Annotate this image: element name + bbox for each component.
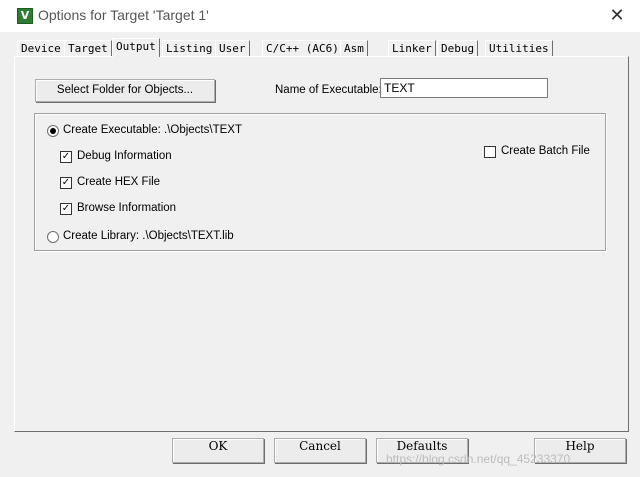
debug-information-checkbox[interactable]: ✓ (60, 151, 72, 163)
tab-listing[interactable]: Listing (162, 40, 217, 56)
tab-target[interactable]: Target (64, 40, 112, 56)
window-title: Options for Target 'Target 1' (38, 7, 209, 23)
browse-information-label: Browse Information (77, 202, 177, 214)
tab-cpp[interactable]: C/C++ (AC6) (262, 40, 343, 56)
tab-device[interactable]: Device (17, 40, 65, 56)
create-library-label: Create Library: .\Objects\TEXT.lib (63, 230, 234, 242)
browse-information-checkbox[interactable]: ✓ (60, 203, 72, 215)
name-of-executable-input[interactable] (380, 78, 548, 98)
name-of-executable-label: Name of Executable: (275, 84, 382, 96)
tab-debug[interactable]: Debug (437, 40, 479, 56)
watermark-text: https://blog.csdn.net/qq_45233370 (386, 452, 571, 466)
title-bar: V Options for Target 'Target 1' ✕ (0, 0, 640, 32)
tab-user[interactable]: User (215, 40, 250, 56)
debug-information-label: Debug Information (77, 150, 172, 162)
create-batch-file-checkbox[interactable] (484, 146, 496, 158)
create-hex-file-checkbox[interactable]: ✓ (60, 177, 72, 189)
create-executable-radio[interactable] (47, 125, 59, 137)
keil-app-icon: V (17, 8, 33, 24)
cancel-button[interactable]: Cancel (274, 438, 366, 463)
ok-button[interactable]: OK (172, 438, 264, 463)
select-folder-button[interactable]: Select Folder for Objects... (35, 79, 215, 102)
create-executable-label: Create Executable: .\Objects\TEXT (63, 124, 242, 136)
tab-asm[interactable]: Asm (340, 40, 368, 56)
close-icon[interactable]: ✕ (608, 6, 626, 24)
create-library-radio[interactable] (47, 231, 59, 243)
tab-linker[interactable]: Linker (388, 40, 436, 56)
tab-utilities[interactable]: Utilities (485, 40, 553, 56)
create-hex-file-label: Create HEX File (77, 176, 161, 188)
tab-output[interactable]: Output (112, 38, 160, 57)
create-batch-file-label: Create Batch File (501, 145, 590, 157)
options-dialog: V Options for Target 'Target 1' ✕ Device… (0, 0, 640, 477)
